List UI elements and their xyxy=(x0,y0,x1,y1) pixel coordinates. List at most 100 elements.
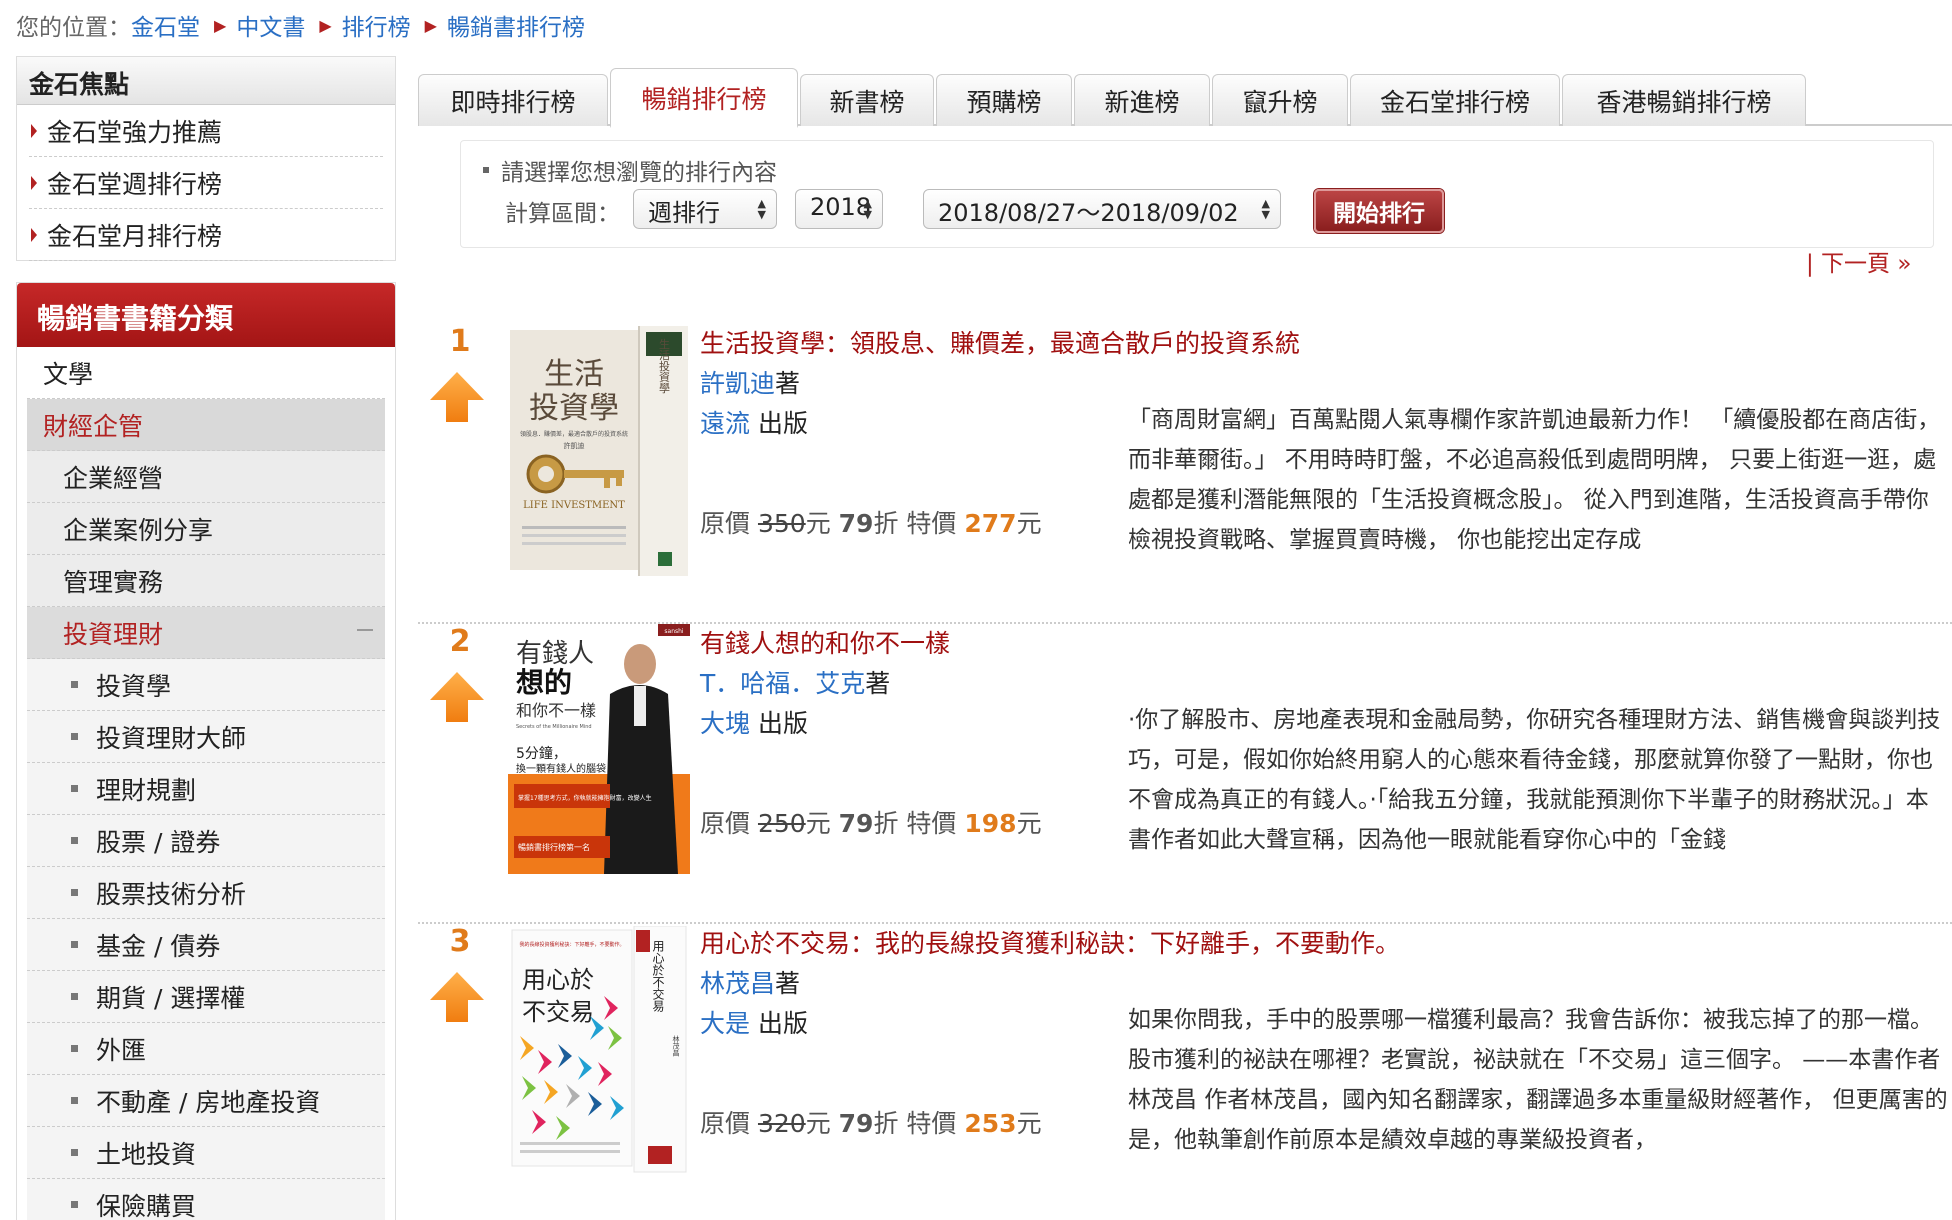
book-author: 許凱迪著 xyxy=(700,364,800,400)
tab-hongkong[interactable]: 香港暢銷排行榜 xyxy=(1562,74,1806,126)
cover-author: 許凱迪 xyxy=(564,441,585,450)
category-finance-management[interactable]: 財經企管 xyxy=(27,399,385,451)
period-select-value: 週排行 xyxy=(648,199,720,227)
category-label: 投資學 xyxy=(96,671,172,701)
year-select-value: 2018 xyxy=(810,193,872,221)
category-panel-title: 暢銷書書籍分類 xyxy=(17,283,395,347)
book-description: 「商周財富網」百萬點閱人氣專欄作家許凱迪最新力作！ 「續優股都在商店街，而非華爾… xyxy=(1128,407,1941,553)
category-investment-studies[interactable]: 投資學 xyxy=(27,659,385,711)
category-case-studies[interactable]: 企業案例分享 xyxy=(27,503,385,555)
special-price-label: 特價 xyxy=(906,809,957,838)
tab-new-books[interactable]: 新書榜 xyxy=(800,74,934,126)
author-link[interactable]: 林茂昌 xyxy=(700,969,775,998)
book-price: 原價 350元 79折 特價 277元 xyxy=(700,504,1042,540)
orig-price: 350 xyxy=(757,509,806,538)
category-investment-masters[interactable]: 投資理財大師 xyxy=(27,711,385,763)
book-description: 如果你問我，手中的股票哪一檔獲利最高？我會告訴你：被我忘掉了的那一檔。 股市獲利… xyxy=(1128,1007,1948,1153)
currency: 元 xyxy=(805,509,831,538)
currency: 元 xyxy=(805,1109,831,1138)
period-select[interactable]: 週排行 ▲ ▼ xyxy=(633,189,777,229)
collapse-icon[interactable] xyxy=(357,629,373,635)
bullet-icon xyxy=(71,1201,78,1208)
category-forex[interactable]: 外匯 xyxy=(27,1023,385,1075)
category-real-estate[interactable]: 不動產 / 房地產投資 xyxy=(27,1075,385,1127)
category-stocks[interactable]: 股票 / 證券 xyxy=(27,815,385,867)
publisher-link[interactable]: 遠流 xyxy=(700,409,750,438)
category-insurance[interactable]: 保險購買 xyxy=(27,1179,385,1220)
book-title-link[interactable]: 用心於不交易：我的長線投資獲利秘訣：下好離手，不要動作。 xyxy=(700,924,1400,960)
author-link[interactable]: 許凱迪 xyxy=(700,369,775,398)
discount: 79 xyxy=(838,809,874,838)
category-investment[interactable]: 投資理財 xyxy=(27,607,385,659)
book-price: 原價 250元 79折 特價 198元 xyxy=(700,804,1042,840)
focus-item-recommend[interactable]: 金石堂強力推薦 xyxy=(29,105,383,157)
bullet-icon xyxy=(71,889,78,896)
category-label: 理財規劃 xyxy=(96,775,197,805)
category-technical-analysis[interactable]: 股票技術分析 xyxy=(27,867,385,919)
tab-new-entries[interactable]: 新進榜 xyxy=(1074,74,1210,126)
orig-price-label: 原價 xyxy=(700,809,751,838)
book-cover-image[interactable]: 我的長線投資獲利秘訣：下好離手，不要動作。 用心於 不交易 用心於不交易 林茂昌 xyxy=(508,926,690,1176)
breadcrumb-link-home[interactable]: 金石堂 xyxy=(131,8,200,42)
discount: 79 xyxy=(838,1109,874,1138)
orig-price: 320 xyxy=(757,1109,806,1138)
category-financial-planning[interactable]: 理財規劃 xyxy=(27,763,385,815)
book-title-link[interactable]: 生活投資學：領股息、賺價差，最適合散戶的投資系統 xyxy=(700,324,1300,360)
category-funds-bonds[interactable]: 基金 / 債券 xyxy=(27,919,385,971)
year-select[interactable]: 2018 ▲ ▼ xyxy=(795,189,883,229)
breadcrumb-link-bestsellers[interactable]: 暢銷書排行榜 xyxy=(447,8,585,42)
cover-footer-text: 暢銷書排行榜第一名 xyxy=(518,842,590,852)
discount: 79 xyxy=(838,509,874,538)
category-label: 股票技術分析 xyxy=(96,879,247,909)
currency: 元 xyxy=(1016,1109,1042,1138)
breadcrumb-link-chinese-books[interactable]: 中文書 xyxy=(236,8,305,42)
category-management-practice[interactable]: 管理實務 xyxy=(27,555,385,607)
rank-up-arrow-icon xyxy=(430,372,484,422)
book-title-link[interactable]: 有錢人想的和你不一樣 xyxy=(700,624,950,660)
category-business-operations[interactable]: 企業經營 xyxy=(27,451,385,503)
author-link[interactable]: T．哈福．艾克 xyxy=(700,669,865,698)
bullet-icon xyxy=(71,837,78,844)
focus-item-monthly[interactable]: 金石堂月排行榜 xyxy=(29,209,383,261)
focus-item-label: 金石堂強力推薦 xyxy=(47,117,223,147)
book-publisher: 大是 出版 xyxy=(700,1004,808,1040)
breadcrumb-link-rankings[interactable]: 排行榜 xyxy=(342,8,411,42)
tab-kingstone[interactable]: 金石堂排行榜 xyxy=(1350,74,1560,126)
cover-tagline: 5分鐘， xyxy=(516,745,567,762)
discount-suffix: 折 xyxy=(873,1109,899,1138)
category-label: 投資理財大師 xyxy=(96,723,247,753)
book-description: ·你了解股市、房地產表現和金融局勢，你研究各種理財方法、銷售機會與談判技巧，可是… xyxy=(1128,707,1941,853)
updown-icon: ▲ ▼ xyxy=(863,197,872,221)
publisher-link[interactable]: 大是 xyxy=(700,1009,750,1038)
category-futures-options[interactable]: 期貨 / 選擇權 xyxy=(27,971,385,1023)
start-ranking-button[interactable]: 開始排行 xyxy=(1314,189,1444,233)
cover-english-title: Secrets of the Millionaire Mind xyxy=(516,724,592,730)
cover-title-line2: 想的 xyxy=(516,666,572,699)
book-author: T．哈福．艾克著 xyxy=(700,664,890,700)
focus-item-label: 金石堂週排行榜 xyxy=(47,169,223,199)
book-cover-image[interactable]: 生活 投資學 領股息．賺價差，最適合散戶的投資系統 許凱迪 LIFE INVES… xyxy=(508,326,690,576)
bullet-icon xyxy=(71,681,78,688)
cover-title-line3: 和你不一樣 xyxy=(516,701,596,720)
next-page-link[interactable]: | 下一頁 » xyxy=(1806,244,1911,278)
tab-preorder[interactable]: 預購榜 xyxy=(936,74,1072,126)
publisher-suffix: 出版 xyxy=(750,409,808,438)
category-literature[interactable]: 文學 xyxy=(27,347,385,399)
category-label: 期貨 / 選擇權 xyxy=(96,983,246,1013)
category-label: 土地投資 xyxy=(96,1139,197,1169)
bullet-icon xyxy=(71,785,78,792)
tab-rising[interactable]: 竄升榜 xyxy=(1212,74,1348,126)
tab-bestseller[interactable]: 暢銷排行榜 xyxy=(610,68,798,128)
bullet-icon xyxy=(71,1045,78,1052)
book-cover-image[interactable]: sanshi 有錢人 想的 和你不一樣 Secrets of the Milli… xyxy=(508,624,690,874)
tab-realtime[interactable]: 即時排行榜 xyxy=(418,74,608,126)
book-entry: 3 我的長線投資獲利秘訣：下好離手，不要動作。 用心於 不交易 用心於不交易 林… xyxy=(418,924,1952,1220)
focus-item-weekly[interactable]: 金石堂週排行榜 xyxy=(29,157,383,209)
publisher-link[interactable]: 大塊 xyxy=(700,709,750,738)
date-range-select[interactable]: 2018/08/27～2018/09/02 ▲ ▼ xyxy=(923,189,1281,229)
category-land-investment[interactable]: 土地投資 xyxy=(27,1127,385,1179)
author-suffix: 著 xyxy=(775,969,801,998)
discount-suffix: 折 xyxy=(873,809,899,838)
bullet-icon xyxy=(71,1097,78,1104)
book-entry: 2 sanshi 有錢人 想的 和你不一樣 Secrets of the Mil… xyxy=(418,624,1952,924)
